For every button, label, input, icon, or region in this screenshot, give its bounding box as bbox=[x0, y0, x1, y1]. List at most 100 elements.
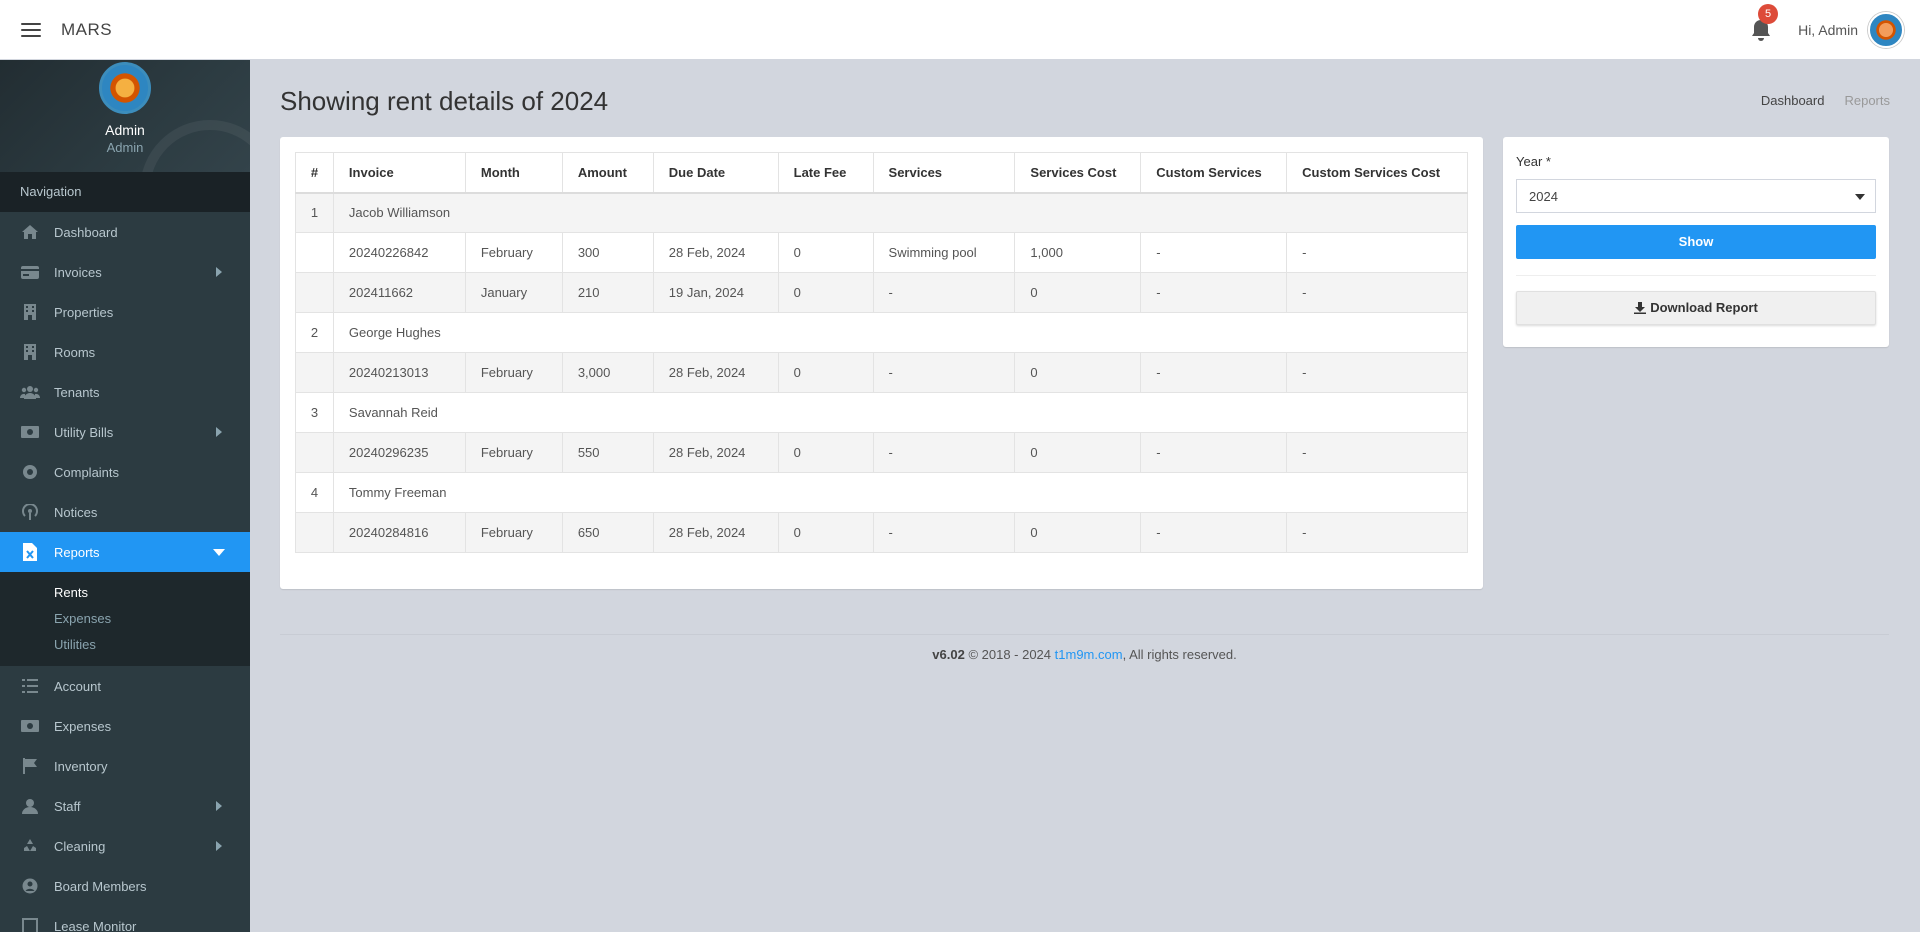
table-cell: - bbox=[872, 512, 1016, 553]
sidebar-user-role: Admin bbox=[106, 140, 144, 155]
column-header: Due Date bbox=[652, 152, 779, 194]
download-report-button[interactable]: Download Report bbox=[1516, 291, 1876, 325]
empty-cell bbox=[295, 512, 334, 553]
notifications-bell-icon[interactable]: 5 bbox=[1750, 4, 1779, 42]
sidebar-item-staff[interactable]: Staff bbox=[0, 786, 250, 826]
download-report-label: Download Report bbox=[1650, 300, 1758, 315]
table-cell: 28 Feb, 2024 bbox=[652, 232, 779, 273]
breadcrumb-dashboard[interactable]: Dashboard bbox=[1761, 93, 1825, 108]
column-header: # bbox=[295, 152, 334, 194]
sidebar-item-utility-bills[interactable]: Utility Bills bbox=[0, 412, 250, 452]
sidebar-item-notices[interactable]: Notices bbox=[0, 492, 250, 532]
sidebar-item-account[interactable]: Account bbox=[0, 666, 250, 706]
table-cell: 0 bbox=[1014, 512, 1142, 553]
sidebar-avatar bbox=[99, 62, 151, 114]
sidebar-item-label: Lease Monitor bbox=[54, 918, 137, 932]
sidebar-item-label: Board Members bbox=[54, 878, 147, 894]
sidebar-item-label: Utility Bills bbox=[54, 424, 114, 440]
table-cell: 0 bbox=[777, 352, 874, 393]
building-icon bbox=[20, 304, 40, 320]
table-cell: - bbox=[1286, 232, 1468, 273]
sidebar-item-invoices[interactable]: Invoices bbox=[0, 252, 250, 292]
column-header: Late Fee bbox=[777, 152, 874, 194]
building-icon bbox=[20, 344, 40, 360]
sidebar-item-inventory[interactable]: Inventory bbox=[0, 746, 250, 786]
empty-cell bbox=[295, 232, 334, 273]
footer-rights: , All rights reserved. bbox=[1122, 647, 1237, 662]
table-cell: - bbox=[1140, 512, 1288, 553]
sidebar-item-rooms[interactable]: Rooms bbox=[0, 332, 250, 372]
sidebar-item-reports[interactable]: Reports bbox=[0, 532, 250, 572]
table-cell: 0 bbox=[1014, 272, 1142, 313]
sidebar-item-label: Invoices bbox=[54, 264, 102, 280]
table-cell: 3,000 bbox=[561, 352, 654, 393]
app-brand[interactable]: MARS bbox=[61, 20, 112, 40]
sidebar-item-dashboard[interactable]: Dashboard bbox=[0, 212, 250, 252]
tenant-group-row: 2 George Hughes bbox=[295, 312, 1469, 353]
chevron-down-icon bbox=[1855, 194, 1865, 200]
tenant-name: Tommy Freeman bbox=[332, 472, 1469, 513]
submenu-item-expenses[interactable]: Expenses bbox=[0, 606, 250, 632]
table-cell: - bbox=[1286, 272, 1468, 313]
table-row: 20240296235 February 550 28 Feb, 2024 0-0- - bbox=[295, 432, 1468, 473]
footer-version: v6.02 bbox=[932, 647, 965, 662]
notification-count-badge: 5 bbox=[1758, 4, 1779, 24]
table-cell: February bbox=[464, 352, 563, 393]
sidebar-item-cleaning[interactable]: Cleaning bbox=[0, 826, 250, 866]
column-header: Custom Services bbox=[1140, 152, 1288, 194]
sidebar-item-label: Rooms bbox=[54, 344, 96, 360]
main-content: Showing rent details of 2024 Dashboard R… bbox=[250, 60, 1920, 932]
menu-toggle-icon[interactable] bbox=[21, 22, 41, 37]
table-cell: - bbox=[872, 352, 1016, 393]
table-cell: 210 bbox=[561, 272, 654, 313]
table-cell: 19 Jan, 2024 bbox=[652, 272, 779, 313]
tenant-name: Savannah Reid bbox=[332, 392, 1469, 433]
sidebar-item-label: Notices bbox=[54, 504, 98, 520]
breadcrumb: Dashboard Reports bbox=[1761, 93, 1890, 108]
table-cell: 0 bbox=[777, 232, 874, 273]
download-icon bbox=[1634, 302, 1647, 314]
table-cell: 28 Feb, 2024 bbox=[652, 432, 779, 473]
sidebar-item-complaints[interactable]: Complaints bbox=[0, 452, 250, 492]
submenu-item-rents[interactable]: Rents bbox=[0, 580, 250, 606]
column-header: Month bbox=[464, 152, 563, 194]
caret-right-icon bbox=[216, 841, 222, 851]
user-avatar[interactable] bbox=[1868, 12, 1904, 48]
tenant-number: 4 bbox=[295, 472, 334, 513]
sidebar-item-label: Reports bbox=[54, 544, 100, 560]
table-cell: 0 bbox=[1014, 432, 1142, 473]
sidebar-item-properties[interactable]: Properties bbox=[0, 292, 250, 332]
year-select[interactable]: 2024 bbox=[1516, 179, 1876, 213]
table-cell: Swimming pool bbox=[872, 232, 1016, 273]
table-body: 1 Jacob Williamson 20240226842 February 300 2… bbox=[295, 192, 1469, 553]
broadcast-icon bbox=[20, 504, 40, 520]
footer-link[interactable]: t1m9m.com bbox=[1055, 647, 1123, 662]
sidebar-item-lease-monitor[interactable]: Lease Monitor bbox=[0, 906, 250, 932]
sidebar-item-label: Tenants bbox=[54, 384, 100, 400]
table-cell: - bbox=[1140, 232, 1288, 273]
user-greeting[interactable]: Hi, Admin bbox=[1798, 22, 1858, 38]
tenant-group-row: 3 Savannah Reid bbox=[295, 392, 1469, 433]
table-cell: February bbox=[464, 232, 563, 273]
table-cell: 20240213013 bbox=[332, 352, 466, 393]
sidebar-item-tenants[interactable]: Tenants bbox=[0, 372, 250, 412]
users-icon bbox=[20, 384, 40, 400]
table-row: 202411662 January 210 19 Jan, 2024 0-0- - bbox=[295, 272, 1468, 313]
show-button[interactable]: Show bbox=[1516, 225, 1876, 259]
table-cell: - bbox=[872, 272, 1016, 313]
tenant-name: George Hughes bbox=[332, 312, 1469, 353]
sidebar-item-expenses[interactable]: Expenses bbox=[0, 706, 250, 746]
table-cell: 20240284816 bbox=[332, 512, 466, 553]
table-row: 20240226842 February 300 28 Feb, 2024 0 Swimm… bbox=[295, 232, 1468, 273]
table-header-row: # Invoice Month Amount Due Date Late Fee Servi… bbox=[295, 152, 1468, 194]
sidebar-item-label: Staff bbox=[54, 798, 81, 814]
submenu-item-utilities[interactable]: Utilities bbox=[0, 632, 250, 658]
table-cell: - bbox=[872, 432, 1016, 473]
sidebar-item-label: Inventory bbox=[54, 758, 108, 774]
table-cell: 1,000 bbox=[1014, 232, 1142, 273]
footer: v6.02 © 2018 - 2024 t1m9m.com, All right… bbox=[280, 634, 1889, 662]
sidebar-item-board-members[interactable]: Board Members bbox=[0, 866, 250, 906]
filter-box: Year * 2024 Show Download Report bbox=[1503, 137, 1889, 347]
excel-file-icon bbox=[20, 543, 40, 561]
year-label: Year * bbox=[1516, 154, 1551, 169]
